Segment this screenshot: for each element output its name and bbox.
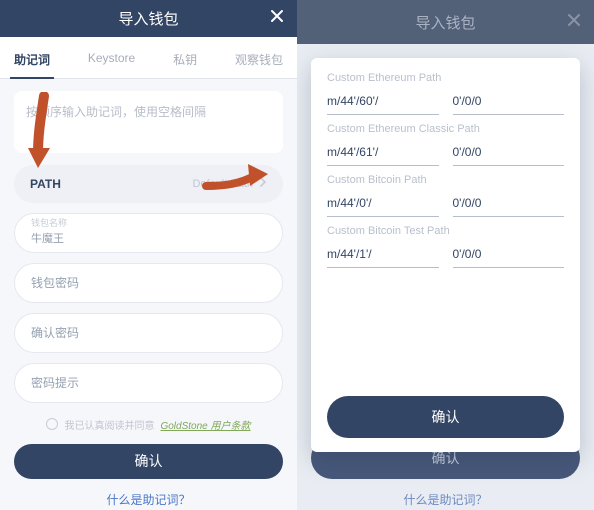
- path-suffix-input[interactable]: 0'/0/0: [453, 243, 565, 268]
- path-group-btc-test: Custom Bitcoin Test Path m/44'/1'/ 0'/0/…: [327, 225, 564, 268]
- right-screen: 导入钱包 助记词 Keystore 私钥 观察钱包 确认 什么是助记词？ Cus…: [297, 0, 594, 510]
- modal-confirm-button[interactable]: 确认: [327, 396, 564, 438]
- path-value: Default Path: [192, 178, 253, 190]
- wallet-name-label: 钱包名称: [31, 219, 266, 228]
- tab-privatekey[interactable]: 私钥: [173, 37, 197, 78]
- path-label: PATH: [30, 177, 61, 191]
- path-prefix-input[interactable]: m/44'/1'/: [327, 243, 439, 268]
- header-title: 导入钱包: [415, 12, 475, 33]
- path-suffix-input[interactable]: 0'/0/0: [453, 90, 565, 115]
- agree-row: 我已认真阅读并同意 GoldStone 用户条款: [14, 417, 283, 432]
- path-modal: Custom Ethereum Path m/44'/60'/ 0'/0/0 C…: [311, 58, 580, 452]
- close-icon[interactable]: [269, 8, 285, 28]
- path-group-title: Custom Ethereum Path: [327, 72, 564, 84]
- password-hint-field[interactable]: 密码提示: [14, 363, 283, 403]
- path-prefix-input[interactable]: m/44'/61'/: [327, 141, 439, 166]
- tab-keystore[interactable]: Keystore: [88, 37, 135, 78]
- tabs: 助记词 Keystore 私钥 观察钱包: [0, 37, 297, 79]
- path-prefix-input[interactable]: m/44'/0'/: [327, 192, 439, 217]
- password-hint-placeholder: 密码提示: [31, 374, 266, 391]
- help-link[interactable]: 什么是助记词？: [0, 485, 297, 510]
- path-prefix-input[interactable]: m/44'/60'/: [327, 90, 439, 115]
- confirm-password-placeholder: 确认密码: [31, 324, 266, 341]
- chevron-right-icon: [259, 177, 267, 190]
- left-screen: 导入钱包 助记词 Keystore 私钥 观察钱包 按顺序输入助记词，使用空格间…: [0, 0, 297, 510]
- path-group-eth: Custom Ethereum Path m/44'/60'/ 0'/0/0: [327, 72, 564, 115]
- confirm-password-field[interactable]: 确认密码: [14, 313, 283, 353]
- confirm-button[interactable]: 确认: [14, 444, 283, 479]
- help-link-bg: 什么是助记词？: [297, 485, 594, 510]
- tab-mnemonic[interactable]: 助记词: [14, 37, 50, 78]
- agree-checkbox[interactable]: [46, 418, 58, 430]
- path-suffix-input[interactable]: 0'/0/0: [453, 192, 565, 217]
- content: 按顺序输入助记词，使用空格间隔 PATH Default Path 钱包名称 牛…: [0, 79, 297, 432]
- header-title: 导入钱包: [118, 8, 178, 29]
- wallet-name-field[interactable]: 钱包名称 牛魔王: [14, 213, 283, 253]
- wallet-name-value: 牛魔王: [31, 230, 266, 246]
- terms-link[interactable]: GoldStone 用户条款: [160, 417, 250, 432]
- path-group-etc: Custom Ethereum Classic Path m/44'/61'/ …: [327, 123, 564, 166]
- tab-watch[interactable]: 观察钱包: [235, 37, 283, 78]
- path-suffix-input[interactable]: 0'/0/0: [453, 141, 565, 166]
- wallet-password-field[interactable]: 钱包密码: [14, 263, 283, 303]
- agree-text: 我已认真阅读并同意: [64, 417, 154, 432]
- header: 导入钱包: [0, 0, 297, 37]
- mnemonic-input[interactable]: 按顺序输入助记词，使用空格间隔: [14, 91, 283, 153]
- path-row[interactable]: PATH Default Path: [14, 165, 283, 203]
- wallet-password-placeholder: 钱包密码: [31, 274, 266, 291]
- path-group-title: Custom Bitcoin Test Path: [327, 225, 564, 237]
- path-group-title: Custom Ethereum Classic Path: [327, 123, 564, 135]
- path-group-title: Custom Bitcoin Path: [327, 174, 564, 186]
- path-group-btc: Custom Bitcoin Path m/44'/0'/ 0'/0/0: [327, 174, 564, 217]
- close-icon[interactable]: [566, 12, 582, 32]
- path-value-wrap: Default Path: [192, 177, 267, 190]
- header: 导入钱包: [297, 0, 594, 44]
